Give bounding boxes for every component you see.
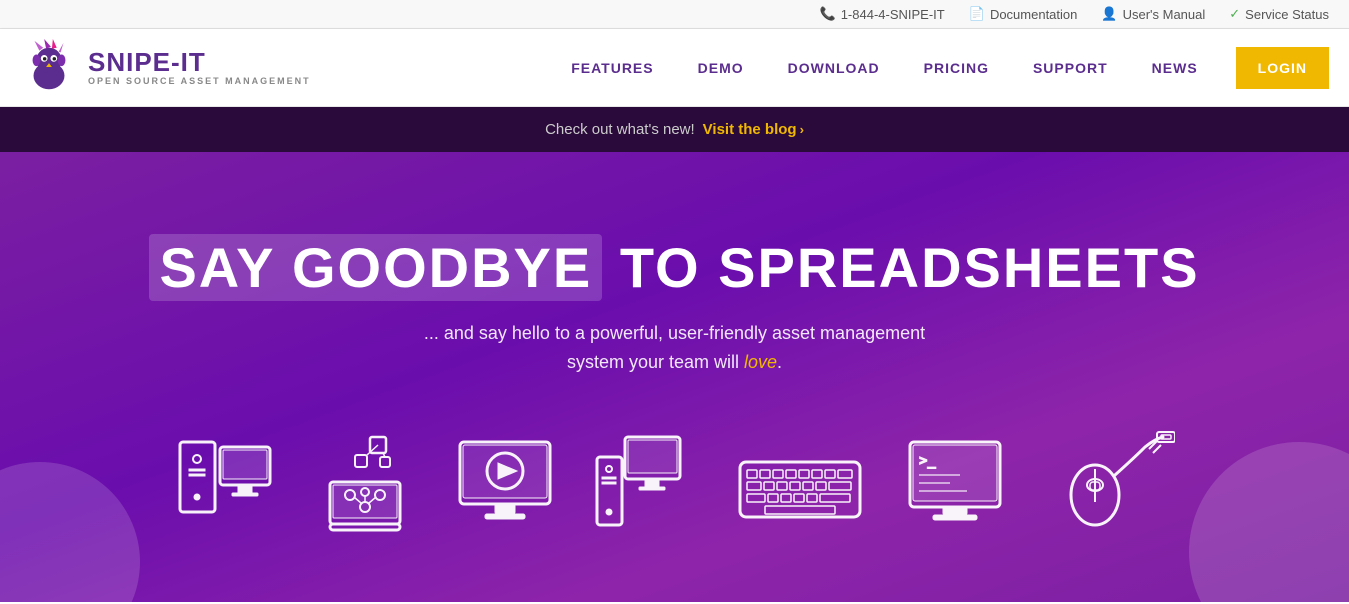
- phone-link[interactable]: 📞 1-844-4-SNIPE-IT: [820, 6, 945, 22]
- logo-link[interactable]: SNIPE-IT OPEN SOURCE ASSET MANAGEMENT: [20, 39, 311, 97]
- nav-demo[interactable]: DEMO: [676, 29, 766, 107]
- announcement-text: Check out what's new!: [545, 121, 695, 138]
- decorative-circle-left: [0, 462, 140, 602]
- icon-mouse: [1045, 427, 1175, 537]
- nav-features[interactable]: FEATURES: [549, 29, 675, 107]
- logo-mascot: [20, 39, 78, 97]
- nav-news[interactable]: NEWS: [1130, 29, 1220, 107]
- hero-icons-row: >_: [125, 427, 1225, 537]
- manual-icon: 👤: [1101, 6, 1117, 22]
- hero-section: SAY GOODBYE TO SPREADSHEETS ... and say …: [0, 152, 1349, 602]
- documentation-link[interactable]: 📄 Documentation: [969, 6, 1078, 22]
- check-icon: ✓: [1229, 6, 1240, 22]
- main-nav: SNIPE-IT OPEN SOURCE ASSET MANAGEMENT FE…: [0, 29, 1349, 107]
- icon-desktop-tower: [175, 427, 275, 537]
- icon-network: [315, 427, 415, 537]
- doc-icon: 📄: [969, 6, 985, 22]
- hero-subtitle: ... and say hello to a powerful, user-fr…: [395, 319, 955, 377]
- nav-pricing[interactable]: PRICING: [902, 29, 1011, 107]
- icon-keyboard: [735, 427, 865, 537]
- nav-links: FEATURES DEMO DOWNLOAD PRICING SUPPORT N…: [549, 29, 1329, 107]
- icon-terminal: >_: [905, 427, 1005, 537]
- hero-subtitle-end: .: [777, 352, 782, 372]
- logo-sub: OPEN SOURCE ASSET MANAGEMENT: [88, 77, 311, 87]
- icon-monitor-play: [455, 427, 555, 537]
- hero-title: SAY GOODBYE TO SPREADSHEETS: [149, 237, 1199, 299]
- service-status-link[interactable]: ✓ Service Status: [1229, 6, 1329, 22]
- service-status-label: Service Status: [1245, 7, 1329, 22]
- visit-blog-link[interactable]: Visit the blog ›: [703, 121, 804, 138]
- phone-icon: 📞: [820, 6, 836, 22]
- hero-love-word: love: [744, 352, 777, 372]
- hero-title-part2: TO SPREADSHEETS: [620, 236, 1200, 299]
- logo-text: SNIPE-IT OPEN SOURCE ASSET MANAGEMENT: [88, 48, 311, 86]
- svg-text:>_: >_: [919, 453, 936, 469]
- nav-support[interactable]: SUPPORT: [1011, 29, 1130, 107]
- announcement-bar: Check out what's new! Visit the blog ›: [0, 107, 1349, 152]
- hero-title-highlight: SAY GOODBYE: [149, 234, 602, 301]
- visit-blog-label: Visit the blog: [703, 121, 797, 138]
- users-manual-label: User's Manual: [1123, 7, 1206, 22]
- phone-number: 1-844-4-SNIPE-IT: [841, 7, 945, 22]
- users-manual-link[interactable]: 👤 User's Manual: [1101, 6, 1205, 22]
- top-utility-bar: 📞 1-844-4-SNIPE-IT 📄 Documentation 👤 Use…: [0, 0, 1349, 29]
- logo-main: SNIPE-IT: [88, 48, 311, 77]
- chevron-right-icon: ›: [800, 122, 804, 137]
- documentation-label: Documentation: [990, 7, 1077, 22]
- hero-subtitle-text: ... and say hello to a powerful, user-fr…: [424, 323, 925, 372]
- icon-workstation: [595, 427, 695, 537]
- login-button[interactable]: LOGIN: [1236, 47, 1329, 89]
- nav-download[interactable]: DOWNLOAD: [766, 29, 902, 107]
